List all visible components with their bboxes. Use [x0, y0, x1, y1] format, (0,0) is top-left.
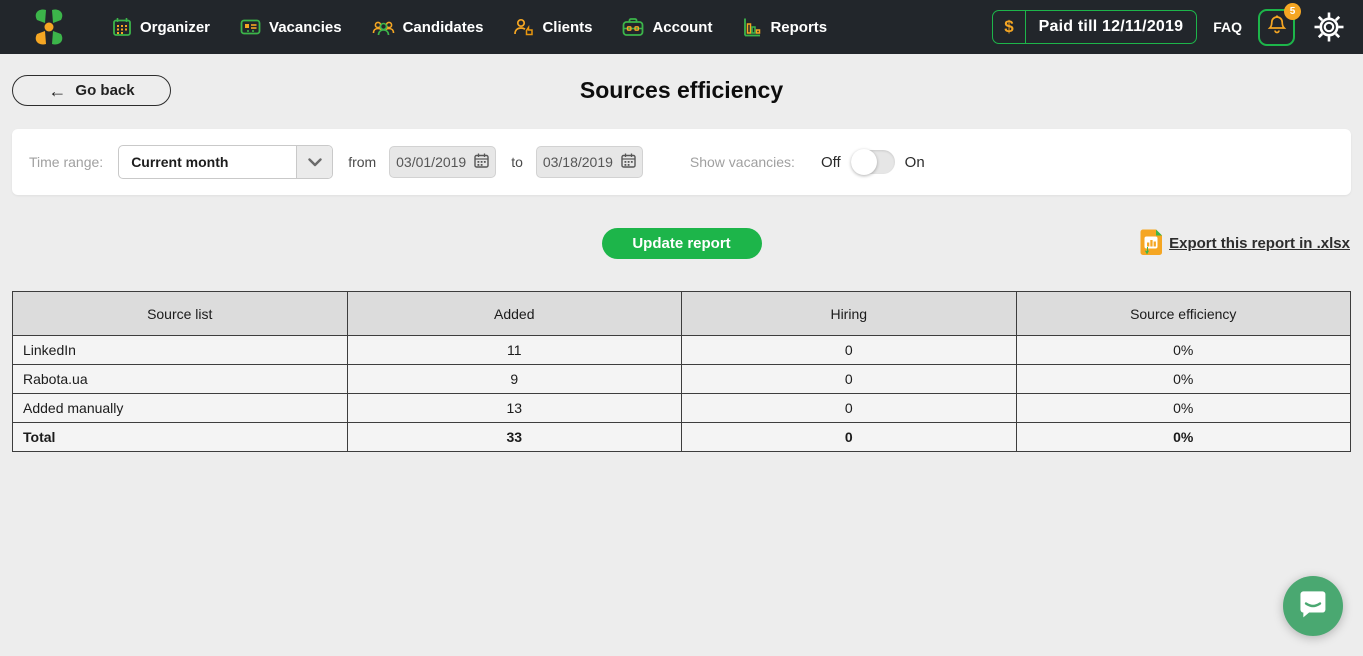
export-xlsx-link[interactable]: Export this report in .xlsx: [1140, 228, 1350, 260]
nav-item-label: Account: [652, 19, 712, 36]
cell-added: 11: [347, 336, 682, 365]
column-header-hiring: Hiring: [682, 292, 1017, 336]
cell-hiring: 0: [682, 394, 1017, 423]
date-to-value: 03/18/2019: [543, 154, 613, 170]
filter-bar: Time range: Current month from 03/01/201…: [12, 129, 1351, 195]
cell-efficiency: 0%: [1016, 365, 1351, 394]
people-group-icon: [372, 17, 395, 37]
paid-till-button[interactable]: $ Paid till 12/11/2019: [992, 10, 1197, 44]
bell-icon: [1266, 14, 1288, 41]
faq-link[interactable]: FAQ: [1213, 19, 1242, 35]
calendar-icon: [112, 17, 132, 37]
column-header-added: Added: [347, 292, 682, 336]
cell-total-hiring: 0: [682, 423, 1017, 452]
notifications-button[interactable]: 5: [1258, 9, 1295, 46]
nav-item-label: Candidates: [403, 19, 484, 36]
actions-row: Update report Export this report in .xls…: [0, 228, 1363, 259]
cell-total-added: 33: [347, 423, 682, 452]
show-vacancies-toggle[interactable]: [851, 150, 895, 174]
excel-file-icon: [1140, 228, 1164, 260]
cell-hiring: 0: [682, 365, 1017, 394]
cell-source: LinkedIn: [13, 336, 348, 365]
time-range-select[interactable]: Current month: [118, 145, 333, 179]
time-range-label: Time range:: [29, 154, 103, 170]
nav-item-label: Vacancies: [269, 19, 342, 36]
page-title: Sources efficiency: [0, 75, 1363, 106]
cell-added: 9: [347, 365, 682, 394]
settings-gear-icon[interactable]: [1311, 9, 1347, 45]
badge-icon: [240, 17, 261, 37]
nav-item-label: Clients: [542, 19, 592, 36]
page-header: ← Go back Sources efficiency: [0, 75, 1363, 106]
go-back-label: Go back: [75, 82, 134, 99]
person-thumbsup-icon: [513, 17, 534, 37]
table-total-row: Total 33 0 0%: [13, 423, 1351, 452]
table-row: LinkedIn 11 0 0%: [13, 336, 1351, 365]
toggle-on-label: On: [905, 154, 925, 171]
update-report-button[interactable]: Update report: [602, 228, 762, 259]
cell-efficiency: 0%: [1016, 336, 1351, 365]
chat-bubble-icon: [1299, 589, 1327, 624]
nav-item-label: Reports: [770, 19, 827, 36]
cell-added: 13: [347, 394, 682, 423]
column-header-source-list: Source list: [13, 292, 348, 336]
cell-hiring: 0: [682, 336, 1017, 365]
cell-efficiency: 0%: [1016, 394, 1351, 423]
cell-source: Rabota.ua: [13, 365, 348, 394]
notification-badge: 5: [1284, 3, 1301, 20]
to-label: to: [511, 154, 523, 170]
paid-till-label: Paid till 12/11/2019: [1026, 18, 1197, 36]
nav-item-reports[interactable]: Reports: [742, 17, 827, 37]
toggle-knob: [851, 149, 877, 175]
export-link-label: Export this report in .xlsx: [1169, 235, 1350, 252]
top-navbar: Organizer Vacancies: [0, 0, 1363, 54]
date-from-value: 03/01/2019: [396, 154, 466, 170]
nav-item-candidates[interactable]: Candidates: [372, 17, 484, 37]
go-back-button[interactable]: ← Go back: [12, 75, 171, 106]
chat-launcher-button[interactable]: [1283, 576, 1343, 636]
nav-item-account[interactable]: Account: [622, 17, 712, 37]
table-header-row: Source list Added Hiring Source efficien…: [13, 292, 1351, 336]
back-arrow-icon: ←: [48, 82, 66, 100]
nav-item-vacancies[interactable]: Vacancies: [240, 17, 342, 37]
column-header-source-efficiency: Source efficiency: [1016, 292, 1351, 336]
from-label: from: [348, 154, 376, 170]
app-logo-icon[interactable]: [28, 6, 70, 48]
date-from-input[interactable]: 03/01/2019: [389, 146, 496, 178]
date-to-input[interactable]: 03/18/2019: [536, 146, 643, 178]
table-row: Rabota.ua 9 0 0%: [13, 365, 1351, 394]
bar-chart-icon: [742, 17, 762, 37]
sources-efficiency-table: Source list Added Hiring Source efficien…: [12, 291, 1351, 452]
cell-source: Added manually: [13, 394, 348, 423]
chevron-down-icon: [296, 146, 332, 178]
calendar-small-icon: [621, 153, 636, 171]
nav-item-label: Organizer: [140, 19, 210, 36]
cell-total-label: Total: [13, 423, 348, 452]
time-range-value: Current month: [119, 154, 228, 170]
briefcase-icon: [622, 17, 644, 37]
navbar-right: $ Paid till 12/11/2019 FAQ 5: [992, 9, 1347, 46]
cell-total-efficiency: 0%: [1016, 423, 1351, 452]
nav-item-clients[interactable]: Clients: [513, 17, 592, 37]
show-vacancies-label: Show vacancies:: [690, 154, 795, 170]
table-row: Added manually 13 0 0%: [13, 394, 1351, 423]
toggle-off-label: Off: [821, 154, 841, 171]
nav-item-organizer[interactable]: Organizer: [112, 17, 210, 37]
calendar-small-icon: [474, 153, 489, 171]
nav-menu: Organizer Vacancies: [112, 17, 827, 37]
dollar-icon: $: [993, 11, 1025, 43]
